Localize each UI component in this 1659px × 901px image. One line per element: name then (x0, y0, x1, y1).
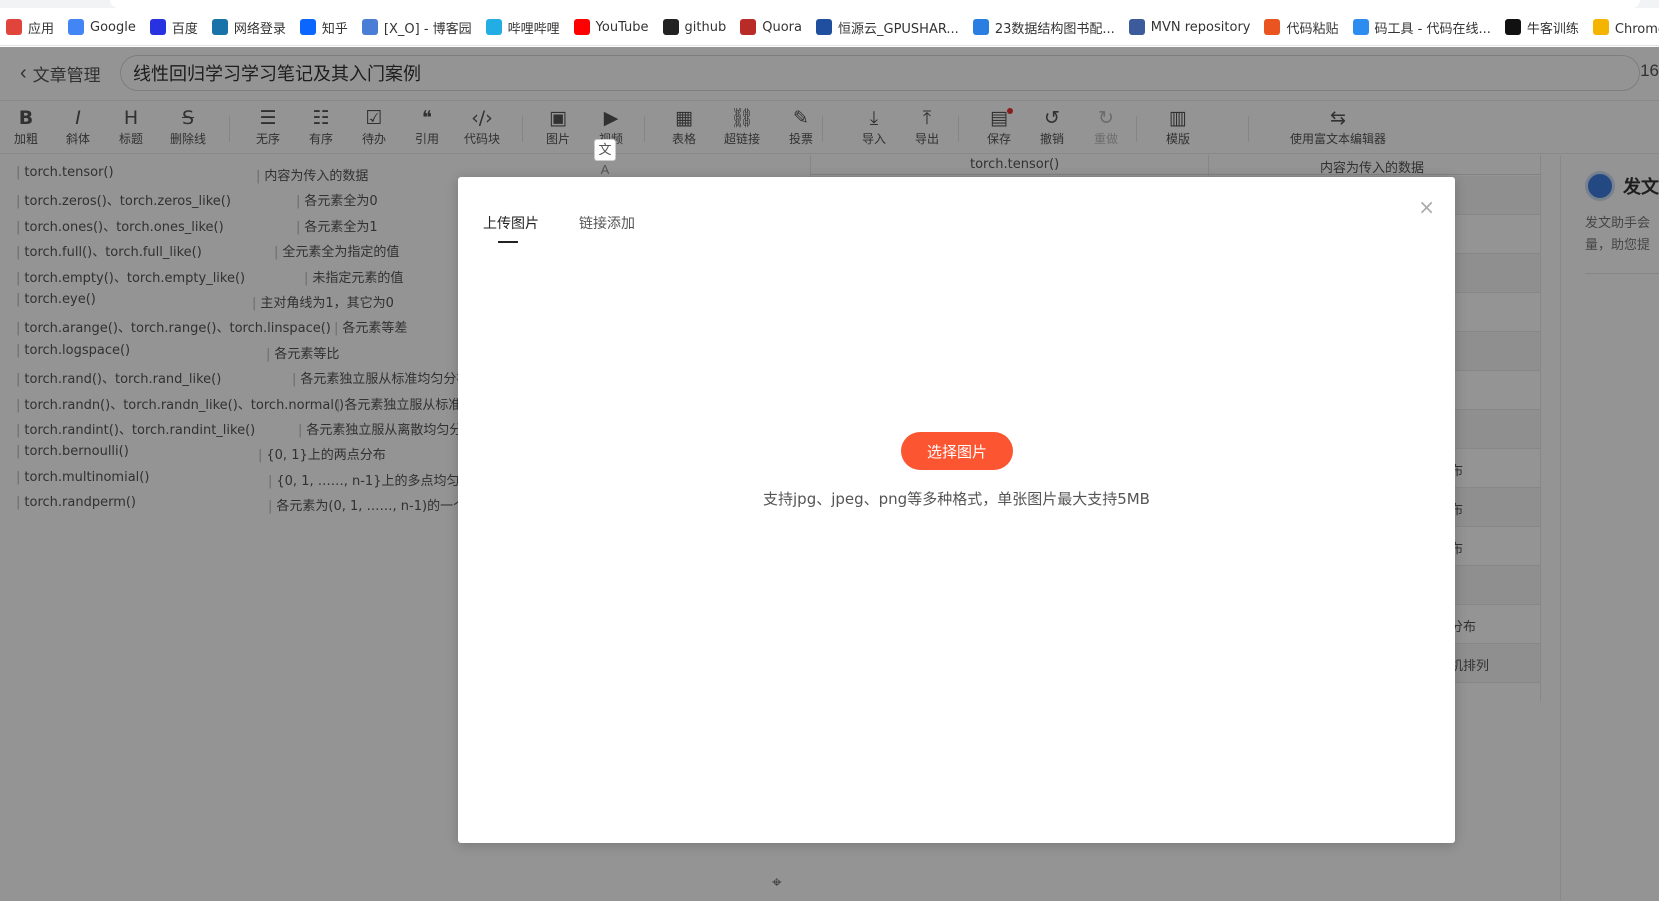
bookmark-label: Google (90, 19, 136, 35)
cnblogs-icon (361, 19, 378, 35)
bookmark-label: 网络登录 (233, 21, 286, 37)
translate-icon[interactable]: 文A (594, 139, 616, 177)
dialog-tabs: 上传图片 链接添加 (483, 213, 675, 243)
bookmark-item[interactable]: MVN repository (1123, 14, 1259, 40)
bookmark-item[interactable]: github (657, 14, 735, 40)
bookmark-label: 应用 (28, 21, 55, 37)
upload-hint: 支持jpg、jpeg、png等多种格式，单张图片最大支持5MB (763, 490, 1150, 508)
chrome-icon (1592, 19, 1609, 35)
bookmark-label: [X_O] - 博客园 (383, 21, 472, 37)
bookmark-label: 代码粘贴 (1286, 21, 1339, 37)
choose-image-button[interactable]: 选择图片 (901, 432, 1013, 470)
close-icon[interactable]: × (1418, 195, 1435, 219)
bookmark-label: YouTube (595, 19, 649, 35)
youtube-icon (573, 19, 590, 35)
quora-icon (740, 19, 757, 35)
zhihu-icon (299, 19, 316, 35)
bookmark-label: MVN repository (1150, 19, 1251, 35)
bookmark-label: github (684, 19, 727, 35)
gpushare-icon (816, 19, 832, 35)
bilibili-icon (485, 19, 502, 35)
github-icon (662, 19, 679, 35)
bookmark-label: Chrome 网 (1614, 21, 1659, 37)
bookmark-item[interactable]: Google (62, 14, 144, 40)
bookmark-label: 码工具 - 代码在线... (1374, 21, 1491, 37)
bookmark-item[interactable]: 代码粘贴 (1258, 14, 1346, 40)
code-tool-icon (1352, 19, 1369, 35)
bookmark-item[interactable]: 网络登录 (206, 14, 294, 40)
baidu-icon (149, 19, 166, 35)
bookmark-item[interactable]: 牛客训练 (1499, 14, 1587, 40)
bookmarks-bar: 应用 Google 百度 网络登录 知乎 [X_O] - 博客园 哔哩哔哩 YouTube gi… (0, 0, 1659, 46)
apps-grid-icon (6, 19, 22, 35)
bookmark-label: 知乎 (321, 21, 348, 37)
bookmark-label: Quora (762, 19, 802, 35)
bookmark-item[interactable]: 码工具 - 代码在线... (1347, 14, 1499, 40)
bookmark-item[interactable]: 应用 (0, 14, 62, 40)
book-icon (972, 19, 989, 35)
bookmark-label: 牛客训练 (1526, 21, 1579, 37)
bookmark-item[interactable]: 百度 (144, 14, 206, 40)
ubuntu-icon (1264, 19, 1281, 35)
bookmark-item[interactable]: 恒源云_GPUSHAR... (810, 14, 967, 40)
bookmark-label: 百度 (171, 21, 198, 37)
bookmark-label: 23数据结构图书配... (994, 21, 1115, 37)
bookmark-label: 哔哩哔哩 (507, 21, 560, 37)
bookmark-item[interactable]: YouTube (568, 14, 657, 40)
bookmark-item[interactable]: 知乎 (294, 14, 356, 40)
bookmark-label: 恒源云_GPUSHAR... (838, 21, 959, 37)
mvn-icon (1128, 19, 1145, 35)
bookmark-list: 应用 Google 百度 网络登录 知乎 [X_O] - 博客园 哔哩哔哩 YouTube gi… (0, 14, 1659, 40)
tab-strip (0, 0, 1659, 8)
bookmark-item[interactable]: Chrome 网 (1587, 14, 1659, 40)
insert-image-dialog: × 上传图片 链接添加 选择图片 支持jpg、jpeg、png等多种格式，单张图… (458, 177, 1455, 843)
network-icon (211, 19, 228, 35)
google-icon (68, 19, 85, 35)
tab-link-add[interactable]: 链接添加 (579, 213, 635, 243)
bookmark-item[interactable]: 23数据结构图书配... (967, 14, 1123, 40)
bookmark-item[interactable]: Quora (734, 14, 810, 40)
tab-upload-image[interactable]: 上传图片 (483, 213, 539, 243)
nowcoder-icon (1504, 19, 1521, 35)
bookmark-item[interactable]: [X_O] - 博客园 (356, 14, 480, 40)
bookmark-item[interactable]: 哔哩哔哩 (480, 14, 568, 40)
